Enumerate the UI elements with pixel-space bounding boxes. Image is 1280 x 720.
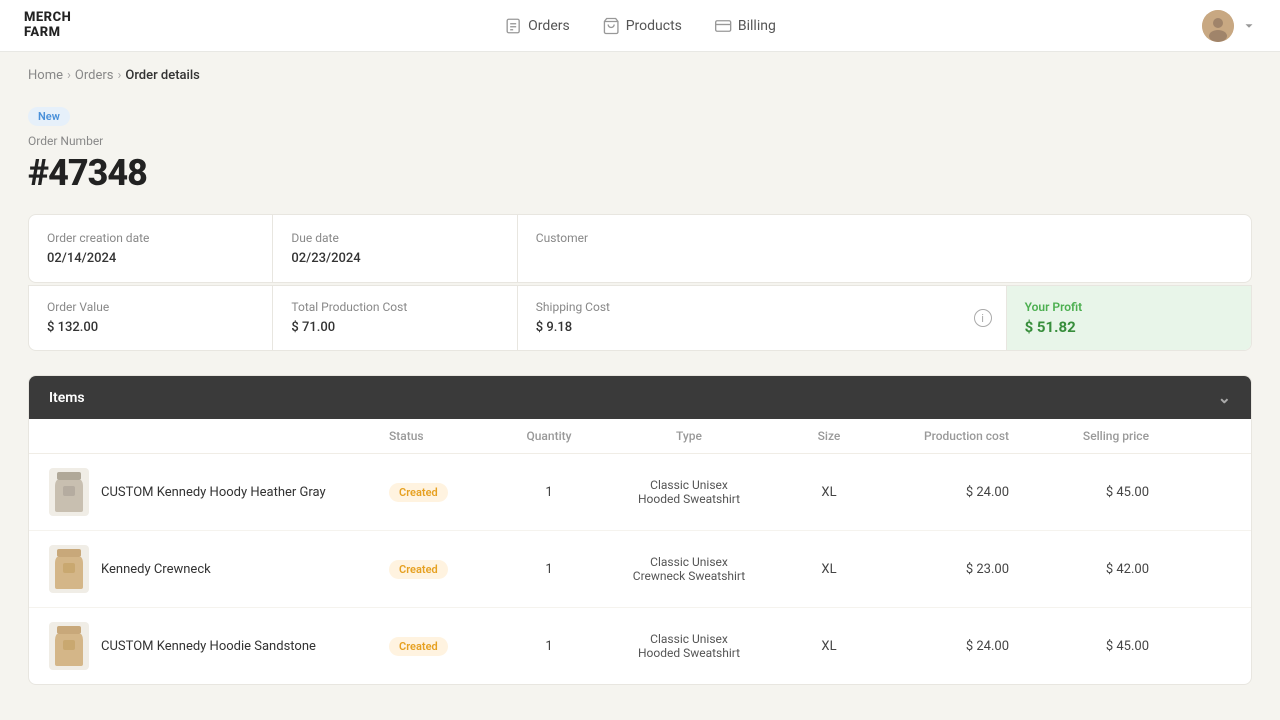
shipping-cost-value: $ 9.18 [536,320,988,335]
product-cell: CUSTOM Kennedy Hoodie Sandstone [49,622,389,670]
size-cell-2: XL [789,562,869,577]
sell-price-cell-1: $ 45.00 [1009,485,1149,500]
items-collapse-icon: ⌄ [1218,388,1231,407]
type-cell-1: Classic Unisex Hooded Sweatshirt [589,478,789,506]
product-thumb-3 [49,622,89,670]
status-cell-2: Created [389,560,509,579]
product-name-2: Kennedy Crewneck [101,562,211,577]
creation-date-value: 02/14/2024 [47,251,254,266]
type-cell-2: Classic Unisex Crewneck Sweatshirt [589,555,789,583]
col-status: Status [389,429,509,443]
sell-price-cell-2: $ 42.00 [1009,562,1149,577]
size-cell-3: XL [789,639,869,654]
main-content: New Order Number #47348 Order creation d… [0,91,1280,713]
items-section: Items ⌄ Status Quantity Type Size Produc… [28,375,1252,685]
nav-billing-label: Billing [738,18,776,34]
creation-date-label: Order creation date [47,231,254,245]
customer-label: Customer [536,231,989,245]
col-quantity: Quantity [509,429,589,443]
profit-label: Your Profit [1025,300,1233,314]
col-selling-price: Selling price [1009,429,1149,443]
order-number: #47348 [28,152,1252,194]
quantity-cell-2: 1 [509,562,589,577]
order-creation-date-card: Order creation date 02/14/2024 [29,215,273,282]
table-row: CUSTOM Kennedy Hoody Heather Gray Create… [29,454,1251,531]
info-cards-row1: Order creation date 02/14/2024 Due date … [28,214,1252,283]
order-value-card: Order Value $ 132.00 [29,286,273,350]
nav-billing[interactable]: Billing [714,17,776,35]
product-thumb-1 [49,468,89,516]
order-number-label: Order Number [28,134,1252,148]
quantity-cell-3: 1 [509,639,589,654]
breadcrumb-orders[interactable]: Orders [75,68,114,83]
items-header[interactable]: Items ⌄ [29,376,1251,419]
product-name-1: CUSTOM Kennedy Hoody Heather Gray [101,485,326,500]
product-cell: CUSTOM Kennedy Hoody Heather Gray [49,468,389,516]
due-date-card: Due date 02/23/2024 [273,215,517,282]
breadcrumb-current: Order details [125,68,200,83]
due-date-value: 02/23/2024 [291,251,498,266]
type-cell-3: Classic Unisex Hooded Sweatshirt [589,632,789,660]
nav-products-label: Products [626,18,682,34]
billing-icon [714,17,732,35]
customer-card: Customer [518,215,1007,282]
table-row: Kennedy Crewneck Created 1 Classic Unise… [29,531,1251,608]
user-menu[interactable] [1202,10,1256,42]
status-badge-3: Created [389,637,448,656]
sell-price-cell-3: $ 45.00 [1009,639,1149,654]
production-cost-label: Total Production Cost [291,300,498,314]
nav: Orders Products Billing [504,17,776,35]
status-badge: New [28,107,70,126]
table-row: CUSTOM Kennedy Hoodie Sandstone Created … [29,608,1251,684]
status-cell-3: Created [389,637,509,656]
shipping-cost-card: Shipping Cost $ 9.18 i [518,286,1007,350]
logo: MERCH FARM [24,11,71,40]
order-value-value: $ 132.00 [47,320,254,335]
col-size: Size [789,429,869,443]
avatar [1202,10,1234,42]
shipping-cost-label: Shipping Cost [536,300,988,314]
product-thumb-2 [49,545,89,593]
status-badge-2: Created [389,560,448,579]
profit-card: Your Profit $ 51.82 [1007,286,1251,350]
orders-icon [504,17,522,35]
table-header: Status Quantity Type Size Production cos… [29,419,1251,454]
production-cost-card: Total Production Cost $ 71.00 [273,286,517,350]
info-cards-row2: Order Value $ 132.00 Total Production Co… [28,286,1252,351]
prod-cost-cell-2: $ 23.00 [869,562,1009,577]
chevron-down-icon [1242,19,1256,33]
quantity-cell-1: 1 [509,485,589,500]
header: MERCH FARM Orders Products [0,0,1280,52]
profit-value: $ 51.82 [1025,318,1233,336]
due-date-label: Due date [291,231,498,245]
shipping-info-icon[interactable]: i [974,309,992,327]
products-icon [602,17,620,35]
product-name-3: CUSTOM Kennedy Hoodie Sandstone [101,639,316,654]
status-cell-1: Created [389,483,509,502]
col-production-cost: Production cost [869,429,1009,443]
nav-products[interactable]: Products [602,17,682,35]
nav-orders-label: Orders [528,18,570,34]
breadcrumb-home[interactable]: Home [28,68,63,83]
order-value-label: Order Value [47,300,254,314]
prod-cost-cell-1: $ 24.00 [869,485,1009,500]
status-badge-1: Created [389,483,448,502]
breadcrumb: Home › Orders › Order details [0,52,1280,91]
items-header-label: Items [49,390,85,406]
nav-orders[interactable]: Orders [504,17,570,35]
col-type: Type [589,429,789,443]
production-cost-value: $ 71.00 [291,320,498,335]
size-cell-1: XL [789,485,869,500]
prod-cost-cell-3: $ 24.00 [869,639,1009,654]
product-cell: Kennedy Crewneck [49,545,389,593]
col-product [49,429,389,443]
